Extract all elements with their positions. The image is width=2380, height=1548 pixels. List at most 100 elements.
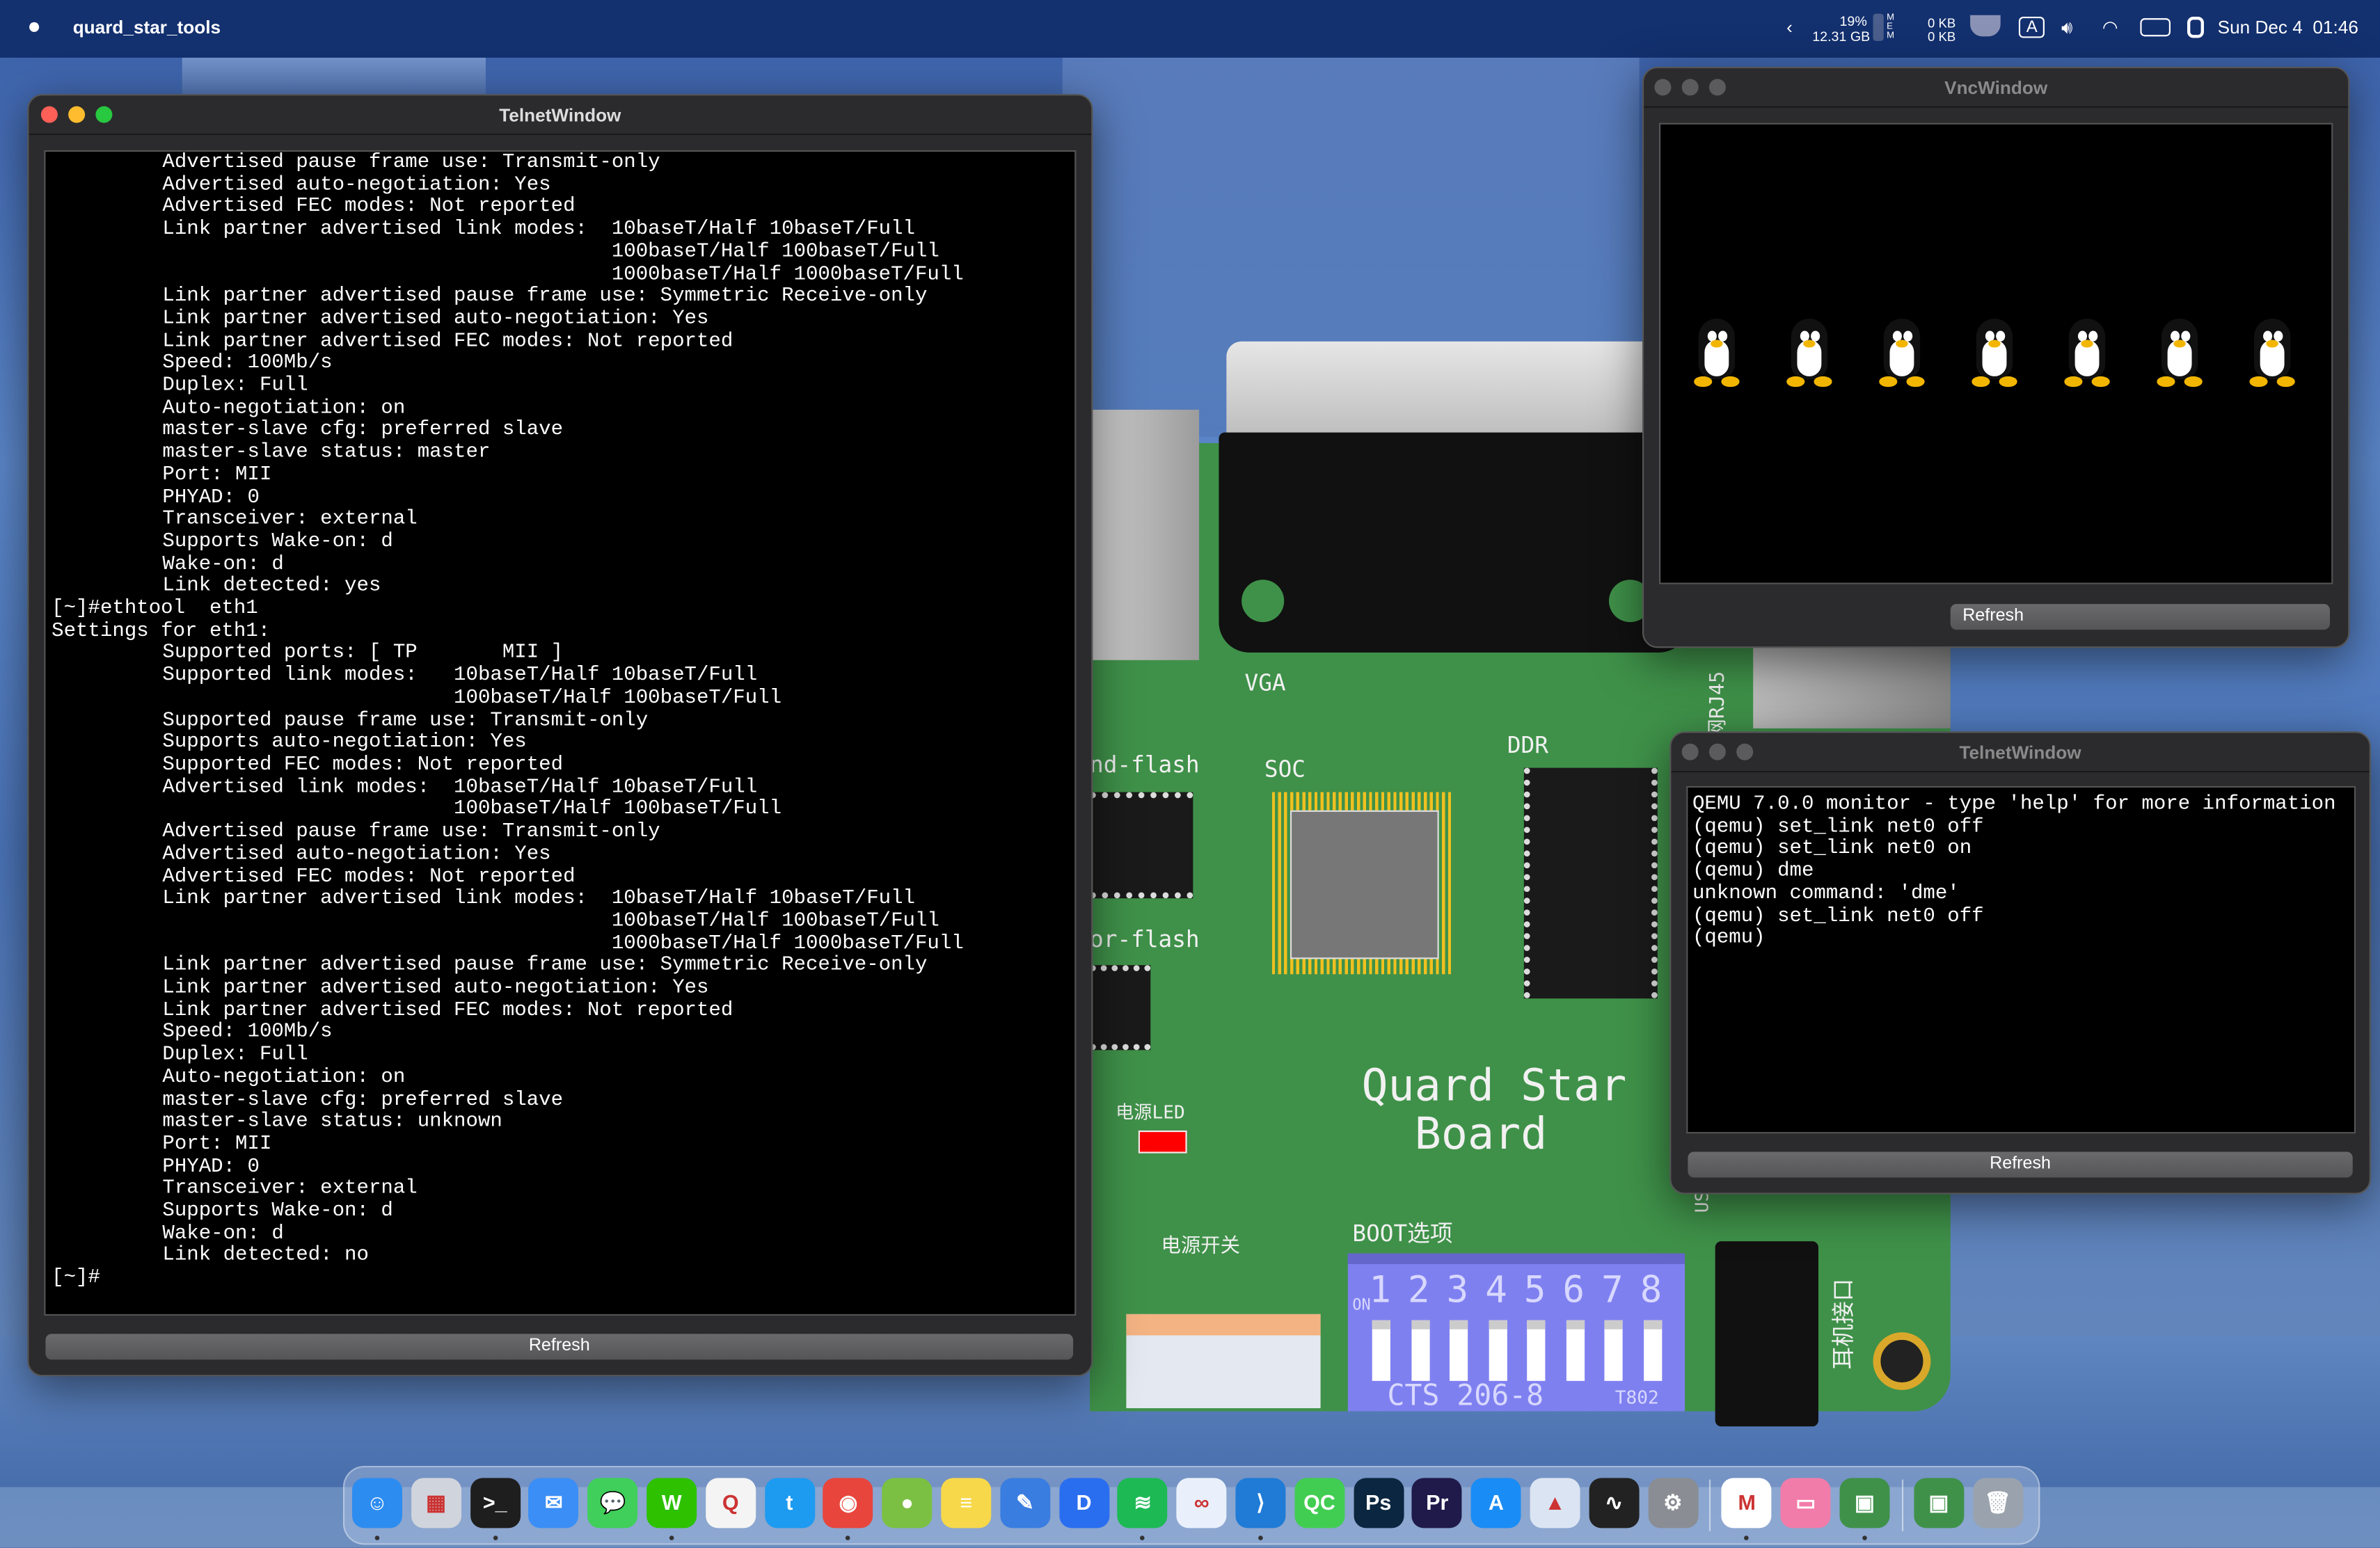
- tux-penguin-icon: [1972, 319, 2017, 392]
- power-led: [1138, 1130, 1187, 1154]
- wifi-icon[interactable]: ◠: [2102, 17, 2118, 38]
- ddr-chip: [1523, 767, 1658, 999]
- dip-toggle[interactable]: [1372, 1320, 1390, 1381]
- dock-dict-icon[interactable]: D: [1058, 1478, 1109, 1529]
- mount-hole: [1241, 580, 1285, 623]
- terminal-line: 100baseT/Half 100baseT/Full: [611, 910, 939, 934]
- dip-toggle[interactable]: [1565, 1320, 1584, 1381]
- dip-toggle[interactable]: [1411, 1320, 1429, 1381]
- dock-premiere-icon[interactable]: Pr: [1412, 1478, 1463, 1529]
- vga-connector: [1219, 432, 1690, 653]
- desktop: ● quard_star_tools ‹ 19% 12.31 GB MEM 0 …: [0, 0, 2380, 1548]
- running-indicator: [669, 1535, 674, 1540]
- power-switch[interactable]: [1126, 1314, 1321, 1409]
- dock-photoshop-icon[interactable]: Ps: [1353, 1478, 1404, 1529]
- refresh-button[interactable]: Refresh: [45, 1334, 1074, 1360]
- dip-toggle[interactable]: [1488, 1320, 1507, 1381]
- board-title-line1: Quard Star: [1361, 1059, 1627, 1111]
- volume-icon[interactable]: 🔊︎: [2061, 17, 2072, 40]
- terminal-line: Advertised pause frame use: Transmit-onl…: [162, 821, 660, 844]
- memory-used[interactable]: 12.31 GB: [1812, 29, 1870, 44]
- dock-chrome-icon[interactable]: ◉: [823, 1478, 873, 1529]
- dip-toggle[interactable]: [1604, 1320, 1623, 1381]
- dock-messages-icon[interactable]: 💬: [587, 1478, 638, 1529]
- terminal-line: Transceiver: external: [162, 1178, 418, 1202]
- terminal-output[interactable]: QEMU 7.0.0 monitor - type 'help' for mor…: [1686, 785, 2356, 1134]
- terminal-output[interactable]: Advertised pause frame use: Transmit-onl…: [44, 150, 1077, 1316]
- dip-toggle[interactable]: [1449, 1320, 1468, 1381]
- memory-label: MEM: [1887, 13, 1895, 41]
- refresh-button[interactable]: Refresh: [1950, 604, 2331, 630]
- dock-finder-icon[interactable]: ☺: [352, 1478, 402, 1529]
- dip-number: 5: [1523, 1268, 1546, 1311]
- terminal-line: unknown command: 'dme': [1692, 883, 1960, 906]
- chevron-left-icon[interactable]: ‹: [1786, 17, 1793, 38]
- dock-vscode-icon[interactable]: ⟩: [1235, 1478, 1286, 1529]
- battery-icon[interactable]: [2140, 18, 2171, 37]
- dock-system-preferences-icon[interactable]: ⚙: [1647, 1478, 1698, 1529]
- dip-on-label: ON: [1352, 1297, 1371, 1314]
- terminal-line: [~]#: [51, 1267, 100, 1291]
- dock-mail-icon[interactable]: ✉: [528, 1478, 579, 1529]
- dock-rocket-icon[interactable]: ▲: [1530, 1478, 1580, 1529]
- dock-notes-icon[interactable]: ≡: [941, 1478, 992, 1529]
- boot-dip-switch[interactable]: 12345678 ON CTS 206-8 T802: [1347, 1253, 1685, 1413]
- terminal-line: [~]#ethtool eth1: [51, 598, 258, 621]
- terminal-line: master-slave cfg: preferred slave: [162, 419, 564, 442]
- dip-number: 1: [1369, 1268, 1391, 1311]
- vnc-display[interactable]: [1658, 122, 2333, 584]
- dip-toggle[interactable]: [1643, 1320, 1662, 1381]
- dock-wechat-icon[interactable]: W: [646, 1478, 697, 1529]
- app-menu[interactable]: quard_star_tools: [73, 17, 221, 38]
- vga-connector-top: [1226, 341, 1676, 440]
- dock-pencil-icon[interactable]: ✎: [999, 1478, 1050, 1529]
- refresh-button[interactable]: Refresh: [1688, 1151, 2353, 1178]
- title-bar[interactable]: VncWindow: [1644, 68, 2349, 108]
- dock-spotify-icon[interactable]: ≋: [1118, 1478, 1168, 1529]
- running-indicator: [1744, 1535, 1750, 1540]
- rj45-label: 网RJ45: [1707, 671, 1730, 739]
- apple-menu-icon[interactable]: ●: [27, 14, 41, 40]
- earphone-jack: [1715, 1241, 1818, 1427]
- terminal-line: (qemu) dme: [1692, 860, 1814, 884]
- dock-app-store-icon[interactable]: A: [1470, 1478, 1521, 1529]
- dock-trash-icon[interactable]: 🗑: [1972, 1478, 2023, 1529]
- terminal-line: Advertised link modes: 10baseT/Half 10ba…: [162, 776, 758, 799]
- dock-twitter-icon[interactable]: t: [764, 1478, 815, 1529]
- dock-launchpad-icon[interactable]: ▦: [411, 1478, 461, 1529]
- dock-baidu-netdisk-icon[interactable]: ∞: [1176, 1478, 1227, 1529]
- network-upload[interactable]: 0 KB: [1928, 15, 1955, 31]
- dock-quard-star-board-icon[interactable]: ▣: [1913, 1478, 1964, 1529]
- coffee-cup-icon[interactable]: [1970, 15, 2001, 37]
- dock-qq-icon[interactable]: Q: [705, 1478, 756, 1529]
- terminal-line: Supports auto-negotiation: Yes: [162, 731, 527, 755]
- dock-activity-monitor-icon[interactable]: ∿: [1589, 1478, 1640, 1529]
- network-download[interactable]: 0 KB: [1928, 29, 1955, 44]
- dock-quard-star-tools-icon[interactable]: ▣: [1839, 1478, 1890, 1529]
- dock-pink-app-icon[interactable]: ▭: [1780, 1478, 1831, 1529]
- dip-toggle[interactable]: [1527, 1320, 1546, 1381]
- terminal-line: 100baseT/Half 100baseT/Full: [611, 241, 939, 264]
- running-indicator: [1862, 1535, 1867, 1540]
- terminal-line: Duplex: Full: [162, 374, 308, 398]
- cpu-usage[interactable]: 19%: [1840, 14, 1867, 29]
- boot-options-label: BOOT选项: [1352, 1220, 1453, 1247]
- terminal-line: Link partner advertised auto-negotiation…: [162, 977, 709, 1000]
- terminal-line: master-slave cfg: preferred slave: [162, 1089, 564, 1112]
- dip-model: CTS 206-8: [1387, 1379, 1544, 1413]
- input-source[interactable]: A: [2018, 16, 2045, 38]
- terminal-line: (qemu) set_link net0 on: [1692, 838, 1972, 861]
- dip-code: T802: [1615, 1387, 1659, 1409]
- control-center-icon[interactable]: [2187, 16, 2204, 38]
- dock-game-icon[interactable]: ●: [882, 1478, 933, 1529]
- title-bar[interactable]: TelnetWindow: [29, 95, 1092, 136]
- dock-gmail-icon[interactable]: M: [1722, 1478, 1772, 1529]
- title-bar[interactable]: TelnetWindow: [1671, 733, 2370, 773]
- clock[interactable]: Sun Dec 4 01:46: [2218, 17, 2358, 38]
- dock-qt-creator-icon[interactable]: QC: [1294, 1478, 1345, 1529]
- telnet-window-main: TelnetWindow Advertised pause frame use:…: [27, 94, 1093, 1377]
- dock-terminal-icon[interactable]: >_: [470, 1478, 521, 1529]
- running-indicator: [1140, 1535, 1145, 1540]
- terminal-line: Supports Wake-on: d: [162, 531, 393, 554]
- gold-ring-icon: [1873, 1332, 1931, 1390]
